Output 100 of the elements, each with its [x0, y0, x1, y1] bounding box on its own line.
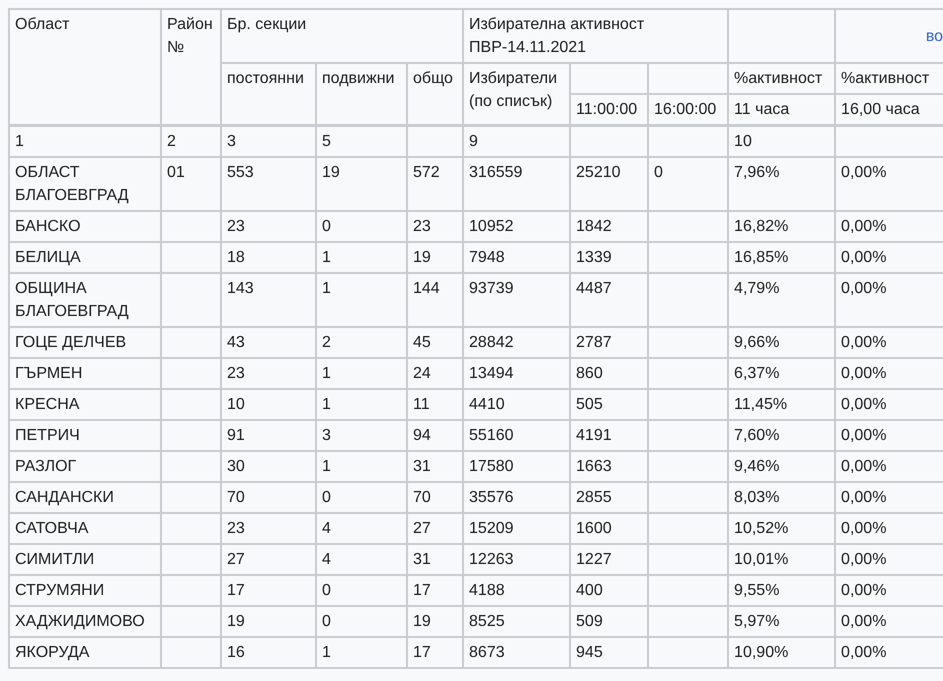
- table-cell: 400: [576, 582, 603, 599]
- table-cell: РАЗЛОГ: [15, 458, 76, 475]
- column-header: Бр. секции: [227, 16, 306, 33]
- column-header: 11:00:00: [576, 101, 638, 118]
- table-cell: 19: [413, 249, 431, 266]
- table-cell: 0,00%: [841, 582, 886, 599]
- table-cell: 1: [322, 365, 331, 382]
- table-cell: 0,00%: [841, 249, 886, 266]
- table-cell: 27: [413, 520, 431, 537]
- column-header: общо: [413, 70, 453, 87]
- table-cell: 6,37%: [734, 365, 780, 382]
- column-header: подвижни: [322, 70, 394, 87]
- table-cell: 45: [413, 334, 431, 351]
- table-cell: 19: [227, 613, 245, 630]
- table-cell: 1: [322, 458, 331, 475]
- table-cell: 10,90%: [734, 644, 788, 661]
- table-cell: 55160: [469, 427, 514, 444]
- column-number: 10: [734, 133, 752, 150]
- column-header: Избиратели (по списък): [469, 70, 558, 110]
- column-header: Избирателна активност ПВР-14.11.2021: [469, 16, 644, 56]
- table-cell: 7,96%: [734, 164, 780, 181]
- table-cell: 17580: [469, 458, 514, 475]
- table-cell: 4: [322, 520, 331, 537]
- table-cell: 19: [322, 164, 340, 181]
- table-cell: 0,00%: [841, 644, 886, 661]
- table-cell: 0,00%: [841, 427, 886, 444]
- table-cell: САНДАНСКИ: [15, 489, 114, 506]
- column-number: 5: [322, 133, 331, 150]
- table-cell: 0,00%: [841, 365, 886, 382]
- table-cell: 9,46%: [734, 458, 780, 475]
- column-number: 1: [15, 133, 24, 150]
- table-cell: 4188: [469, 582, 505, 599]
- table-cell: 860: [576, 365, 603, 382]
- column-number: 2: [167, 133, 176, 150]
- table-cell: 144: [413, 280, 440, 297]
- table-cell: 23: [413, 218, 431, 235]
- table-cell: 91: [227, 427, 245, 444]
- column-header: постоянни: [227, 70, 304, 87]
- table-cell: ОБЛАСТ БЛАГОЕВГРАД: [15, 164, 129, 204]
- table-cell: 0,00%: [841, 280, 886, 297]
- table-cell: 31: [413, 551, 431, 568]
- table-cell: 0,00%: [841, 613, 886, 630]
- table-cell: 0,00%: [841, 458, 886, 475]
- table-cell: 10,52%: [734, 520, 788, 537]
- table-cell: 0,00%: [841, 551, 886, 568]
- table-cell: 16,82%: [734, 218, 788, 235]
- table-cell: 1: [322, 644, 331, 661]
- table-cell: ЯКОРУДА: [15, 644, 90, 661]
- table-cell: ГОЦЕ ДЕЛЧЕВ: [15, 334, 126, 351]
- table-cell: 9,55%: [734, 582, 780, 599]
- table-cell: 0,00%: [841, 334, 886, 351]
- table-cell: ОБЩИНА БЛАГОЕВГРАД: [15, 280, 129, 320]
- table-cell: 1: [322, 280, 331, 297]
- table-cell: 1339: [576, 249, 612, 266]
- table-cell: 16,85%: [734, 249, 788, 266]
- table-cell: 18: [227, 249, 245, 266]
- table-cell: 0: [322, 218, 331, 235]
- table-cell: 70: [413, 489, 431, 506]
- table-cell: 0: [322, 613, 331, 630]
- table-cell: 0,00%: [841, 164, 886, 181]
- table-cell: 316559: [469, 164, 522, 181]
- table-cell: 10: [227, 396, 245, 413]
- table-cell: 12263: [469, 551, 514, 568]
- table-cell: 17: [413, 582, 431, 599]
- table-cell: 19: [413, 613, 431, 630]
- table-cell: 11: [413, 396, 430, 413]
- table-cell: 143: [227, 280, 254, 297]
- table-cell: 0,00%: [841, 489, 886, 506]
- table-cell: БЕЛИЦА: [15, 249, 81, 266]
- column-header: 11 часа: [734, 101, 790, 118]
- table-cell: 01: [167, 164, 185, 181]
- column-header: Област: [15, 16, 70, 33]
- table-cell: 4: [322, 551, 331, 568]
- table-cell: СИМИТЛИ: [15, 551, 94, 568]
- table-cell: 13494: [469, 365, 514, 382]
- column-number: 9: [469, 133, 478, 150]
- column-header: %активност: [734, 70, 822, 87]
- table-cell: 10952: [469, 218, 514, 235]
- table-cell: 11,45%: [734, 396, 788, 413]
- table-cell: 1842: [576, 218, 612, 235]
- column-header: 16,00 часа: [841, 101, 920, 118]
- table-cell: САТОВЧА: [15, 520, 88, 537]
- table-cell: БАНСКО: [15, 218, 81, 235]
- table-cell: 10,01%: [734, 551, 788, 568]
- header-link[interactable]: во: [926, 28, 943, 44]
- table-cell: 0: [322, 489, 331, 506]
- table-cell: 16: [227, 644, 245, 661]
- table-cell: 8673: [469, 644, 505, 661]
- table-cell: 9,66%: [734, 334, 780, 351]
- table-cell: 5,97%: [734, 613, 780, 630]
- column-header: %активност: [841, 70, 930, 87]
- table-cell: 30: [227, 458, 245, 475]
- table-cell: 93739: [469, 280, 514, 297]
- table-cell: 572: [413, 164, 440, 181]
- table-cell: 8,03%: [734, 489, 780, 506]
- table-cell: 25210: [576, 164, 621, 181]
- table-cell: 945: [576, 644, 603, 661]
- table-cell: 505: [576, 396, 603, 413]
- table-cell: 2: [322, 334, 331, 351]
- table-cell: ПЕТРИЧ: [15, 427, 80, 444]
